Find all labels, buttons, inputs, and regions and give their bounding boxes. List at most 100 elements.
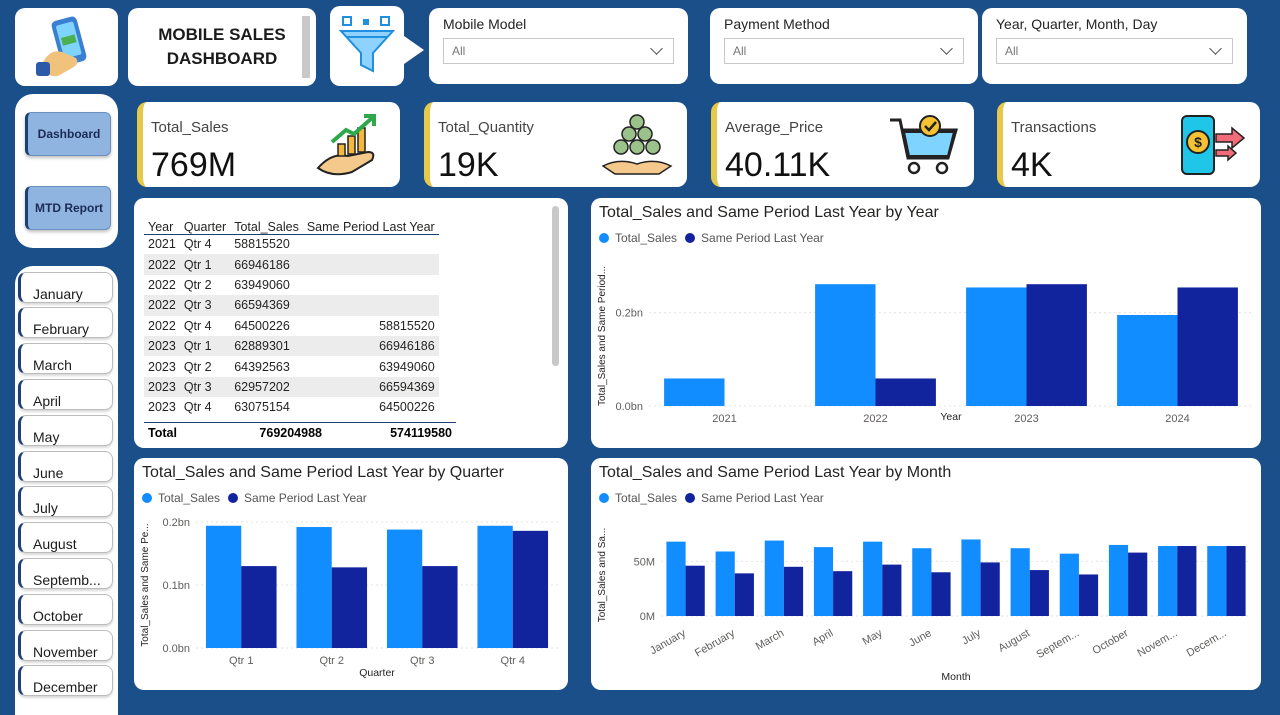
table-row[interactable]: 2023 Qtr 4 63075154 64500226 [144,397,439,417]
cell: Qtr 2 [183,359,212,374]
bar-same-period [734,573,754,616]
column-header-total-sales[interactable]: Total_Sales [230,208,303,235]
cell: Qtr 4 [183,318,212,333]
bar-same-period [685,565,705,616]
table-row[interactable]: 2023 Qtr 1 62889301 66946186 [144,335,439,357]
kpi-value: 40.11K [725,146,831,184]
month-button-june[interactable]: June [18,451,113,482]
bar-same-period [1029,570,1049,616]
cell: 63075154 [234,400,290,415]
funnel-filter-icon [338,16,396,73]
filter-toggle-button[interactable] [330,6,404,86]
cell: 58815520 [234,237,290,252]
table-row[interactable]: 2023 Qtr 3 62957202 66594369 [144,376,439,398]
month-button-may[interactable]: May [18,415,113,446]
bar-total-sales [1158,546,1178,616]
cell: 66594369 [230,295,303,316]
bar-total-sales [1207,546,1227,616]
cell: 62889301 [230,335,303,357]
sales-table-card: Year Quarter Total_Sales Same Period Las… [134,198,568,448]
table-row[interactable]: 2022 Qtr 4 64500226 58815520 [144,316,439,336]
slicer-label: Payment Method [724,16,830,32]
table-row[interactable]: 2023 Qtr 2 64392563 63949060 [144,356,439,376]
mobile-model-dropdown[interactable]: All [443,38,674,64]
x-tick-label: Novem... [1135,627,1179,659]
dropdown-value: All [452,44,466,58]
table-scrollbar[interactable] [552,206,559,366]
cell: 64392563 [234,359,290,374]
month-button-april[interactable]: April [18,379,113,410]
chevron-down-icon [650,42,663,55]
y-tick-label: 0.0bn [162,643,190,655]
cell: 63949060 [379,359,435,374]
phone-hand-icon [35,16,86,77]
y-tick-label: 50M [634,556,655,568]
kpi-label: Total_Quantity [438,119,534,136]
cell: 2022 [148,277,176,292]
cell: 64500226 [379,400,435,415]
y-tick-label: 0.2bn [162,517,190,529]
date-hierarchy-dropdown[interactable]: All [996,38,1233,64]
bar-same-period [241,566,277,648]
slicer-mobile-model: Mobile Model All [429,8,688,84]
bar-same-period [882,564,902,616]
x-tick-label: July [960,627,983,647]
x-tick-label: Qtr 1 [229,655,253,667]
mtd-report-nav-button[interactable]: MTD Report [25,186,111,230]
payment-method-dropdown[interactable]: All [724,38,964,64]
x-tick-label: 2024 [1165,413,1189,425]
month-button-november[interactable]: November [18,630,113,661]
bar-total-sales [863,541,883,616]
bar-same-period [980,562,1000,616]
y-axis-title: Total_Sales and Same Period... [597,266,608,406]
bar-total-sales [477,525,513,648]
bar-total-sales [815,284,876,406]
x-tick-label: 2023 [1014,413,1038,425]
bar-total-sales [205,525,242,648]
chart-sales-by-year: Total_Sales and Same Period Last Year by… [591,198,1261,448]
cell: 62957202 [230,376,303,398]
table-row[interactable]: 2021 Qtr 4 58815520 [144,234,439,254]
slicer-label: Mobile Model [443,16,527,32]
month-button-february[interactable]: February [18,307,113,338]
month-button-january[interactable]: January [18,272,113,303]
cell [302,295,439,316]
month-button-december[interactable]: December [18,665,113,696]
table-row[interactable]: 2022 Qtr 3 66594369 [144,295,439,316]
column-header-same-period[interactable]: Same Period Last Year [302,208,439,235]
title-line-2: DASHBOARD [166,49,278,68]
x-tick-label: March [754,627,786,653]
dashboard-nav-button[interactable]: Dashboard [25,112,111,156]
chart-sales-by-month: Total_Sales and Same Period Last Year by… [591,458,1261,690]
month-button-september[interactable]: Septemb... [18,558,113,589]
bar-total-sales [666,541,686,616]
cell: 2023 [144,335,180,357]
title-scroll-bar [302,16,310,78]
cell [303,234,439,254]
month-button-july[interactable]: July [18,486,113,517]
cell: 58815520 [379,318,435,333]
month-button-august[interactable]: August [18,522,113,553]
table-row[interactable]: 2022 Qtr 1 66946186 [144,254,439,275]
bar-total-sales [1117,315,1178,406]
bar-same-period [875,378,936,406]
cell: 63949060 [234,277,290,292]
month-button-march[interactable]: March [18,343,113,374]
x-axis-title: Quarter [359,667,395,679]
cell: 2022 [144,254,180,275]
cell: Qtr 4 [183,400,212,415]
bar-total-sales [296,527,332,648]
x-tick-label: August [996,627,1032,655]
cell: 2021 [148,237,176,252]
table-row[interactable]: 2022 Qtr 2 63949060 [144,275,439,295]
total-sales-value: 769204988 [259,425,322,440]
x-tick-label: 2021 [712,413,736,425]
month-button-october[interactable]: October [18,594,113,625]
x-tick-label: 2022 [863,413,887,425]
column-header-year[interactable]: Year [144,208,180,235]
column-header-quarter[interactable]: Quarter [179,208,231,235]
cell: Qtr 3 [179,376,231,398]
y-tick-label: 0.0bn [615,401,643,413]
total-label: Total [148,425,177,440]
cell: 2023 [148,359,176,374]
